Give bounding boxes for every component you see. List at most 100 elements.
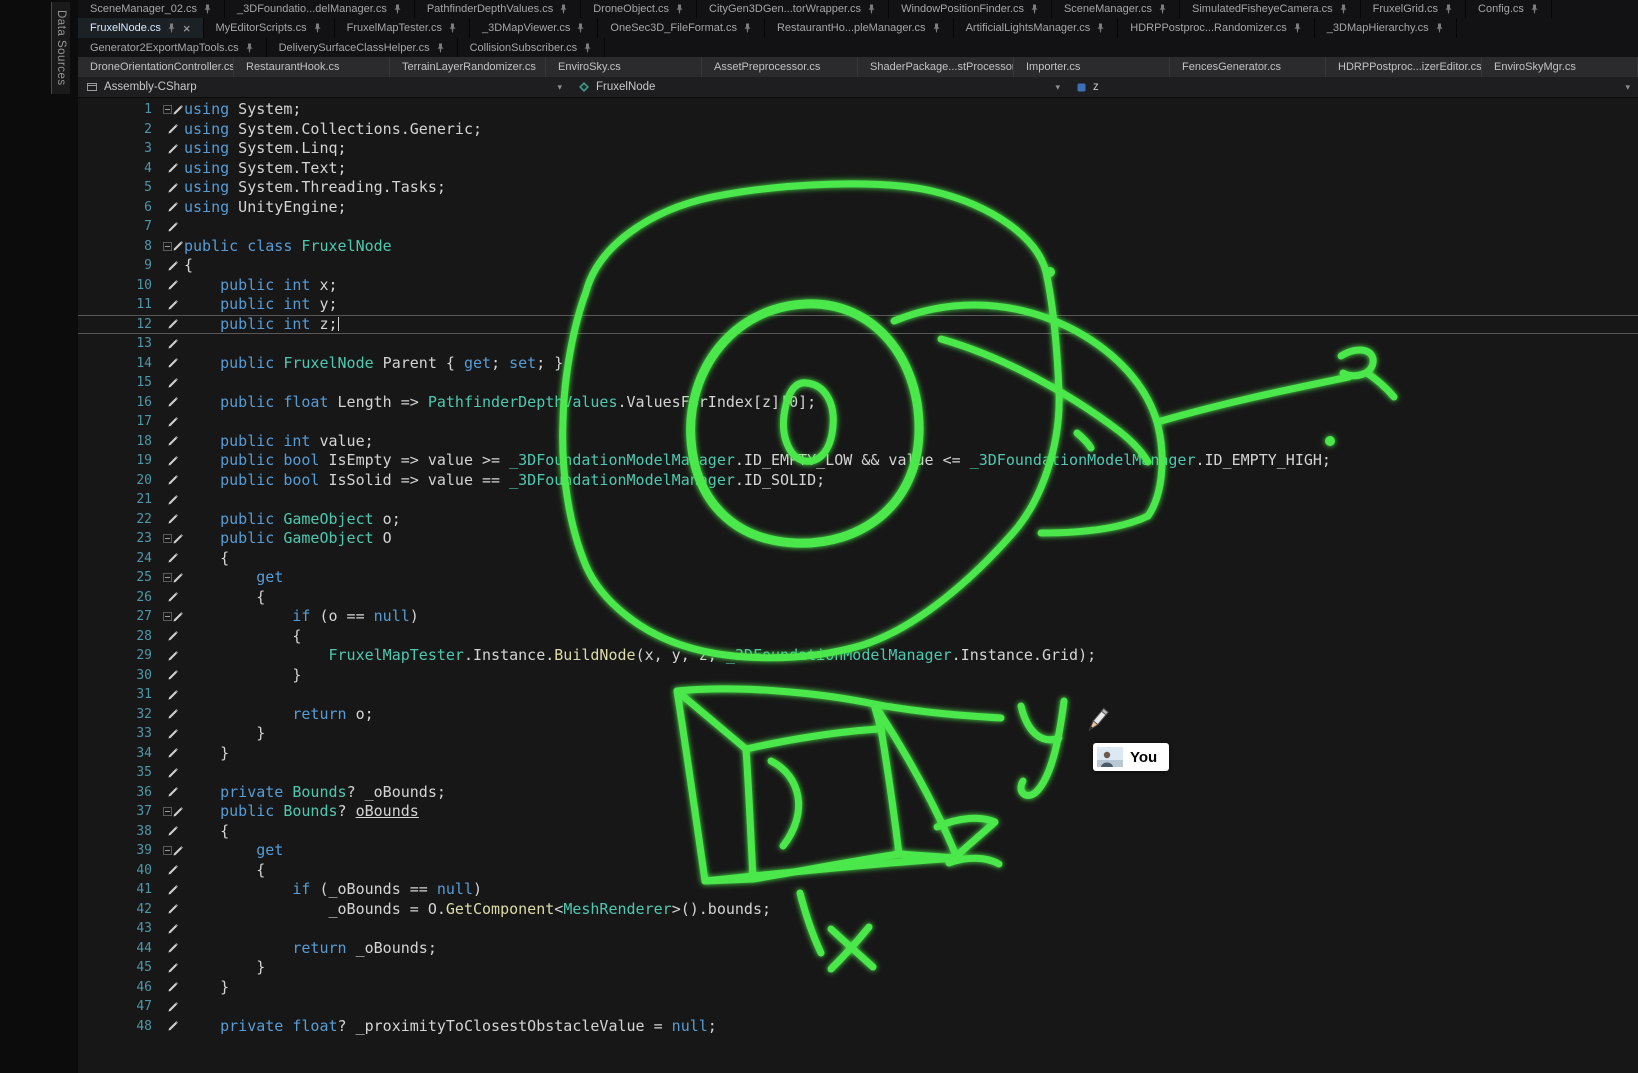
code-line[interactable]: 36 private Bounds? _oBounds; bbox=[78, 783, 1638, 803]
pin-icon[interactable] bbox=[1030, 4, 1039, 14]
code-line[interactable]: 13 bbox=[78, 334, 1638, 354]
fold-marker[interactable] bbox=[163, 846, 172, 855]
fold-marker[interactable] bbox=[163, 105, 172, 114]
code-line[interactable]: 35 bbox=[78, 763, 1638, 783]
code-line[interactable]: 21 bbox=[78, 490, 1638, 510]
code-line[interactable]: 29 FruxelMapTester.Instance.BuildNode(x,… bbox=[78, 646, 1638, 666]
pin-icon[interactable] bbox=[743, 23, 752, 33]
pin-icon[interactable] bbox=[167, 23, 176, 33]
pin-icon[interactable] bbox=[1444, 4, 1453, 14]
pin-icon[interactable] bbox=[1096, 23, 1105, 33]
pin-icon[interactable] bbox=[436, 43, 445, 53]
code-line[interactable]: 16 public float Length => PathfinderDept… bbox=[78, 393, 1638, 413]
tab[interactable]: RestaurantHook.cs bbox=[234, 57, 390, 77]
tab[interactable]: SimulatedFisheyeCamera.cs bbox=[1180, 0, 1361, 18]
code-line[interactable]: 38 { bbox=[78, 822, 1638, 842]
tab[interactable]: Generator2ExportMapTools.cs bbox=[78, 38, 267, 57]
pin-icon[interactable] bbox=[583, 43, 592, 53]
tab[interactable]: CollisionSubscriber.cs bbox=[458, 38, 606, 57]
code-line[interactable]: 25 get bbox=[78, 568, 1638, 588]
code-line[interactable]: 47 bbox=[78, 997, 1638, 1017]
tab[interactable]: DeliverySurfaceClassHelper.cs bbox=[267, 38, 458, 57]
code-line[interactable]: 24 { bbox=[78, 549, 1638, 569]
code-line[interactable]: 3 using System.Linq; bbox=[78, 139, 1638, 159]
pin-icon[interactable] bbox=[1435, 23, 1444, 33]
pin-icon[interactable] bbox=[1339, 4, 1348, 14]
code-line[interactable]: 9 { bbox=[78, 256, 1638, 276]
member-dropdown[interactable]: z ▾ bbox=[1068, 77, 1638, 97]
tab[interactable]: SceneManager_02.cs bbox=[78, 0, 225, 18]
type-dropdown[interactable]: FruxelNode ▾ bbox=[570, 77, 1068, 97]
code-line[interactable]: 15 bbox=[78, 373, 1638, 393]
pin-icon[interactable] bbox=[867, 4, 876, 14]
code-line[interactable]: 42 _oBounds = O.GetComponent<MeshRendere… bbox=[78, 900, 1638, 920]
code-line[interactable]: 40 { bbox=[78, 861, 1638, 881]
tab[interactable]: Config.cs bbox=[1466, 0, 1552, 18]
tab[interactable]: ArtificialLightsManager.cs bbox=[954, 18, 1119, 38]
code-line[interactable]: 19 public bool IsEmpty => value >= _3DFo… bbox=[78, 451, 1638, 471]
code-line[interactable]: 1 using System; bbox=[78, 100, 1638, 120]
code-line[interactable]: 27 if (o == null) bbox=[78, 607, 1638, 627]
fold-marker[interactable] bbox=[163, 242, 172, 251]
pin-icon[interactable] bbox=[675, 4, 684, 14]
project-dropdown[interactable]: Assembly-CSharp ▾ bbox=[78, 77, 570, 97]
pin-icon[interactable] bbox=[393, 4, 402, 14]
pin-icon[interactable] bbox=[576, 23, 585, 33]
tab[interactable]: ShaderPackage...stProcessor.cs bbox=[858, 57, 1014, 77]
fold-marker[interactable] bbox=[163, 612, 172, 621]
pin-icon[interactable] bbox=[313, 23, 322, 33]
code-line[interactable]: 2 using System.Collections.Generic; bbox=[78, 120, 1638, 140]
code-line[interactable]: 28 { bbox=[78, 627, 1638, 647]
code-editor[interactable]: 1 using System; 2 using System.Collectio… bbox=[78, 98, 1638, 1073]
tab[interactable]: FruxelGrid.cs bbox=[1361, 0, 1466, 18]
code-line[interactable]: 26 { bbox=[78, 588, 1638, 608]
data-sources-tab[interactable]: Data Sources bbox=[51, 2, 70, 94]
close-icon[interactable]: × bbox=[183, 22, 191, 35]
code-line[interactable]: 45 } bbox=[78, 958, 1638, 978]
tab[interactable]: _3DMapHierarchy.cs bbox=[1315, 18, 1457, 38]
code-line[interactable]: 7 bbox=[78, 217, 1638, 237]
pin-icon[interactable] bbox=[203, 4, 212, 14]
code-line[interactable]: 6 using UnityEngine; bbox=[78, 198, 1638, 218]
tab[interactable]: FruxelMapTester.cs bbox=[335, 18, 470, 38]
code-line[interactable]: 22 public GameObject o; bbox=[78, 510, 1638, 530]
tab[interactable]: MyEditorScripts.cs bbox=[204, 18, 335, 38]
code-line[interactable]: 37 public Bounds? oBounds bbox=[78, 802, 1638, 822]
code-line[interactable]: 17 bbox=[78, 412, 1638, 432]
code-line[interactable]: 12 public int z; bbox=[78, 315, 1638, 335]
code-line[interactable]: 14 public FruxelNode Parent { get; set; … bbox=[78, 354, 1638, 374]
code-line[interactable]: 33 } bbox=[78, 724, 1638, 744]
code-line[interactable]: 4 using System.Text; bbox=[78, 159, 1638, 179]
code-line[interactable]: 11 public int y; bbox=[78, 295, 1638, 315]
code-line[interactable]: 34 } bbox=[78, 744, 1638, 764]
tab[interactable]: Importer.cs bbox=[1014, 57, 1170, 77]
tab[interactable]: OneSec3D_FileFormat.cs bbox=[598, 18, 765, 38]
tab[interactable]: HDRPPostproc...izerEditor.cs bbox=[1326, 57, 1482, 77]
code-line[interactable]: 20 public bool IsSolid => value == _3DFo… bbox=[78, 471, 1638, 491]
tab[interactable]: WindowPositionFinder.cs bbox=[889, 0, 1052, 18]
tab[interactable]: _3DMapViewer.cs bbox=[470, 18, 598, 38]
code-line[interactable]: 44 return _oBounds; bbox=[78, 939, 1638, 959]
tab[interactable]: DroneOrientationController.cs bbox=[78, 57, 234, 77]
tab[interactable]: FruxelNode.cs × bbox=[78, 18, 204, 38]
code-line[interactable]: 46 } bbox=[78, 978, 1638, 998]
fold-marker[interactable] bbox=[163, 807, 172, 816]
pin-icon[interactable] bbox=[1158, 4, 1167, 14]
fold-marker[interactable] bbox=[163, 534, 172, 543]
tab[interactable]: EnviroSkyMgr.cs bbox=[1482, 57, 1638, 77]
code-line[interactable]: 23 public GameObject O bbox=[78, 529, 1638, 549]
tab[interactable]: CityGen3DGen...torWrapper.cs bbox=[697, 0, 889, 18]
fold-marker[interactable] bbox=[163, 573, 172, 582]
code-line[interactable]: 18 public int value; bbox=[78, 432, 1638, 452]
tab[interactable]: DroneObject.cs bbox=[581, 0, 697, 18]
tab[interactable]: RestaurantHo...pleManager.cs bbox=[765, 18, 954, 38]
pin-icon[interactable] bbox=[932, 23, 941, 33]
code-line[interactable]: 30 } bbox=[78, 666, 1638, 686]
tab[interactable]: AssetPreprocessor.cs bbox=[702, 57, 858, 77]
pin-icon[interactable] bbox=[1293, 23, 1302, 33]
tab[interactable]: PathfinderDepthValues.cs bbox=[415, 0, 581, 18]
code-line[interactable]: 41 if (_oBounds == null) bbox=[78, 880, 1638, 900]
code-line[interactable]: 5 using System.Threading.Tasks; bbox=[78, 178, 1638, 198]
tab[interactable]: SceneManager.cs bbox=[1052, 0, 1180, 18]
tab[interactable]: _3DFoundatio...delManager.cs bbox=[225, 0, 415, 18]
